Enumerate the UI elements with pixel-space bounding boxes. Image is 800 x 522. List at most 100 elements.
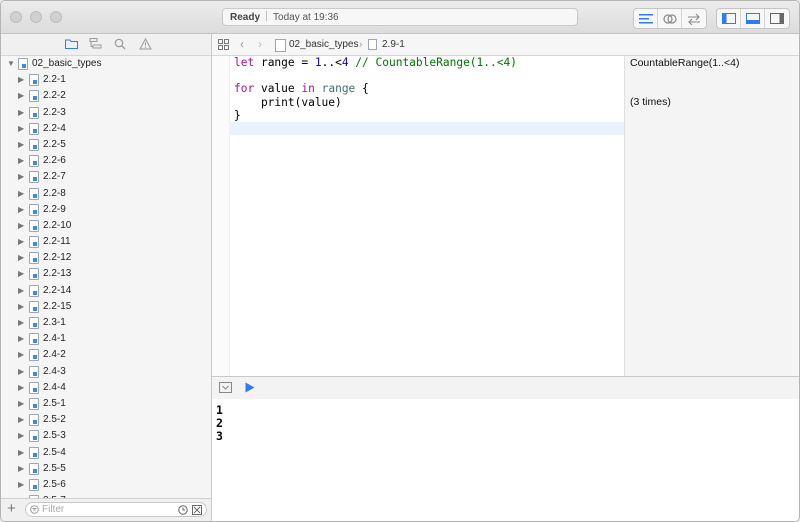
left-panel-icon: [721, 13, 736, 24]
toggle-debug-area-button[interactable]: [741, 9, 765, 28]
status-ready: Ready: [230, 12, 261, 23]
tree-item-label: 2.5-6: [43, 478, 66, 490]
result-line-1[interactable]: CountableRange(1..<4): [630, 57, 739, 69]
disclosure-closed-icon[interactable]: ▶: [18, 218, 24, 234]
disclosure-closed-icon[interactable]: ▶: [18, 72, 24, 88]
tree-item[interactable]: ▶ 2.2-7: [1, 169, 211, 185]
tree-item[interactable]: ▶ 2.4-3: [1, 364, 211, 380]
tree-item[interactable]: ▶ 2.4-1: [1, 331, 211, 347]
filter-input[interactable]: Filter: [25, 502, 207, 517]
disclosure-closed-icon[interactable]: ▶: [18, 153, 24, 169]
disclosure-closed-icon[interactable]: ▶: [18, 412, 24, 428]
disclosure-closed-icon[interactable]: ▶: [18, 250, 24, 266]
tree-item[interactable]: ▶ 2.2-10: [1, 218, 211, 234]
activity-status: Ready Today at 19:36: [222, 8, 578, 26]
tree-item[interactable]: ▶ 2.2-13: [1, 266, 211, 282]
related-items-icon[interactable]: [218, 39, 229, 50]
source-editor[interactable]: let range = 1..<4 // CountableRange(1..<…: [212, 56, 624, 376]
disclosure-closed-icon[interactable]: ▶: [18, 105, 24, 121]
assistant-editor-button[interactable]: [658, 9, 682, 28]
page-file-icon: [29, 381, 39, 394]
standard-editor-button[interactable]: [634, 9, 658, 28]
disclosure-closed-icon[interactable]: ▶: [18, 169, 24, 185]
tree-item[interactable]: ▶ 2.5-6: [1, 477, 211, 493]
tree-item[interactable]: ▶ 2.4-2: [1, 347, 211, 363]
tree-item[interactable]: ▶ 2.2-1: [1, 72, 211, 88]
tree-item[interactable]: ▶ 2.2-15: [1, 299, 211, 315]
folder-icon[interactable]: [64, 38, 78, 50]
add-icon[interactable]: +: [7, 501, 16, 517]
warning-icon[interactable]: [138, 37, 152, 50]
view-toggle-group: [716, 8, 790, 29]
toggle-navigator-button[interactable]: [717, 9, 741, 28]
tree-item[interactable]: ▶ 2.2-11: [1, 234, 211, 250]
disclosure-closed-icon[interactable]: ▶: [18, 283, 24, 299]
close-button[interactable]: [10, 11, 22, 23]
results-sidebar: CountableRange(1..<4) (3 times): [624, 56, 799, 376]
disclosure-closed-icon[interactable]: ▶: [18, 461, 24, 477]
disclosure-closed-icon[interactable]: ▶: [18, 121, 24, 137]
disclosure-closed-icon[interactable]: ▶: [18, 186, 24, 202]
zoom-button[interactable]: [50, 11, 62, 23]
disclosure-closed-icon[interactable]: ▶: [18, 445, 24, 461]
disclosure-closed-icon[interactable]: ▶: [18, 137, 24, 153]
tree-item[interactable]: ▶ 2.4-4: [1, 380, 211, 396]
right-panel-icon: [770, 13, 784, 24]
toggle-utilities-button[interactable]: [765, 9, 789, 28]
result-line-3[interactable]: (3 times): [630, 96, 671, 108]
tree-item[interactable]: ▶ 2.2-5: [1, 137, 211, 153]
search-icon[interactable]: [113, 38, 127, 50]
tree-item[interactable]: ▶ 2.2-9: [1, 202, 211, 218]
tree-item[interactable]: ▶ 2.5-4: [1, 445, 211, 461]
tree-item[interactable]: ▶ 2.2-4: [1, 121, 211, 137]
debug-bar: [212, 376, 799, 400]
tree-item[interactable]: ▶ 2.2-3: [1, 105, 211, 121]
page-file-icon: [29, 252, 39, 265]
hierarchy-icon[interactable]: [88, 38, 102, 50]
code-content: let range = 1..<4 // CountableRange(1..<…: [234, 56, 517, 122]
disclosure-closed-icon[interactable]: ▶: [18, 331, 24, 347]
code-line-5: }: [234, 108, 241, 122]
tree-item[interactable]: ▶ 2.3-1: [1, 315, 211, 331]
version-editor-button[interactable]: [682, 9, 706, 28]
disclosure-open-icon[interactable]: ▼: [7, 56, 15, 72]
tree-root[interactable]: ▼ 02_basic_types: [1, 56, 211, 72]
minimize-button[interactable]: [30, 11, 42, 23]
disclosure-closed-icon[interactable]: ▶: [18, 234, 24, 250]
tree-item[interactable]: ▶ 2.5-3: [1, 428, 211, 444]
disclosure-closed-icon[interactable]: ▶: [18, 315, 24, 331]
disclosure-closed-icon[interactable]: ▶: [18, 364, 24, 380]
disclosure-closed-icon[interactable]: ▶: [18, 202, 24, 218]
console-output[interactable]: 1 2 3: [212, 399, 799, 521]
disclosure-closed-icon[interactable]: ▶: [18, 299, 24, 315]
jumpbar-file[interactable]: 2.9-1: [382, 34, 405, 55]
page-file-icon: [29, 90, 39, 103]
tree-item[interactable]: ▶ 2.2-12: [1, 250, 211, 266]
tree-item[interactable]: ▶ 2.2-2: [1, 88, 211, 104]
disclosure-closed-icon[interactable]: ▶: [18, 266, 24, 282]
page-file-icon: [29, 446, 39, 459]
tree-item[interactable]: ▶ 2.2-6: [1, 153, 211, 169]
hide-debug-area-icon[interactable]: [219, 382, 232, 393]
run-icon[interactable]: [245, 382, 255, 393]
tree-item[interactable]: ▶ 2.2-14: [1, 283, 211, 299]
tree-item[interactable]: ▶ 2.5-1: [1, 396, 211, 412]
code-line-1: let range = 1..<4 // CountableRange(1..<…: [234, 56, 517, 69]
forward-icon[interactable]: ›: [258, 34, 262, 55]
tree-item[interactable]: ▶ 2.5-2: [1, 412, 211, 428]
page-file-icon: [29, 122, 39, 135]
disclosure-closed-icon[interactable]: ▶: [18, 380, 24, 396]
tree-item[interactable]: ▶ 2.2-8: [1, 186, 211, 202]
tree-item-label: 2.2-2: [43, 90, 66, 102]
disclosure-closed-icon[interactable]: ▶: [18, 477, 24, 493]
jumpbar-folder[interactable]: 02_basic_types: [289, 34, 359, 55]
tree-item[interactable]: ▶ 2.5-5: [1, 461, 211, 477]
tree-item-label: 2.2-10: [43, 219, 72, 231]
back-icon[interactable]: ‹: [240, 34, 244, 55]
disclosure-closed-icon[interactable]: ▶: [18, 347, 24, 363]
project-navigator: ▼ 02_basic_types ▶ 2.2-1 ▶ 2.2-2 ▶ 2.2-3 ▶ 2.2-…: [1, 34, 212, 521]
disclosure-closed-icon[interactable]: ▶: [18, 88, 24, 104]
disclosure-closed-icon[interactable]: ▶: [18, 428, 24, 444]
disclosure-closed-icon[interactable]: ▶: [18, 396, 24, 412]
tree-item-label: 2.4-4: [43, 381, 66, 393]
